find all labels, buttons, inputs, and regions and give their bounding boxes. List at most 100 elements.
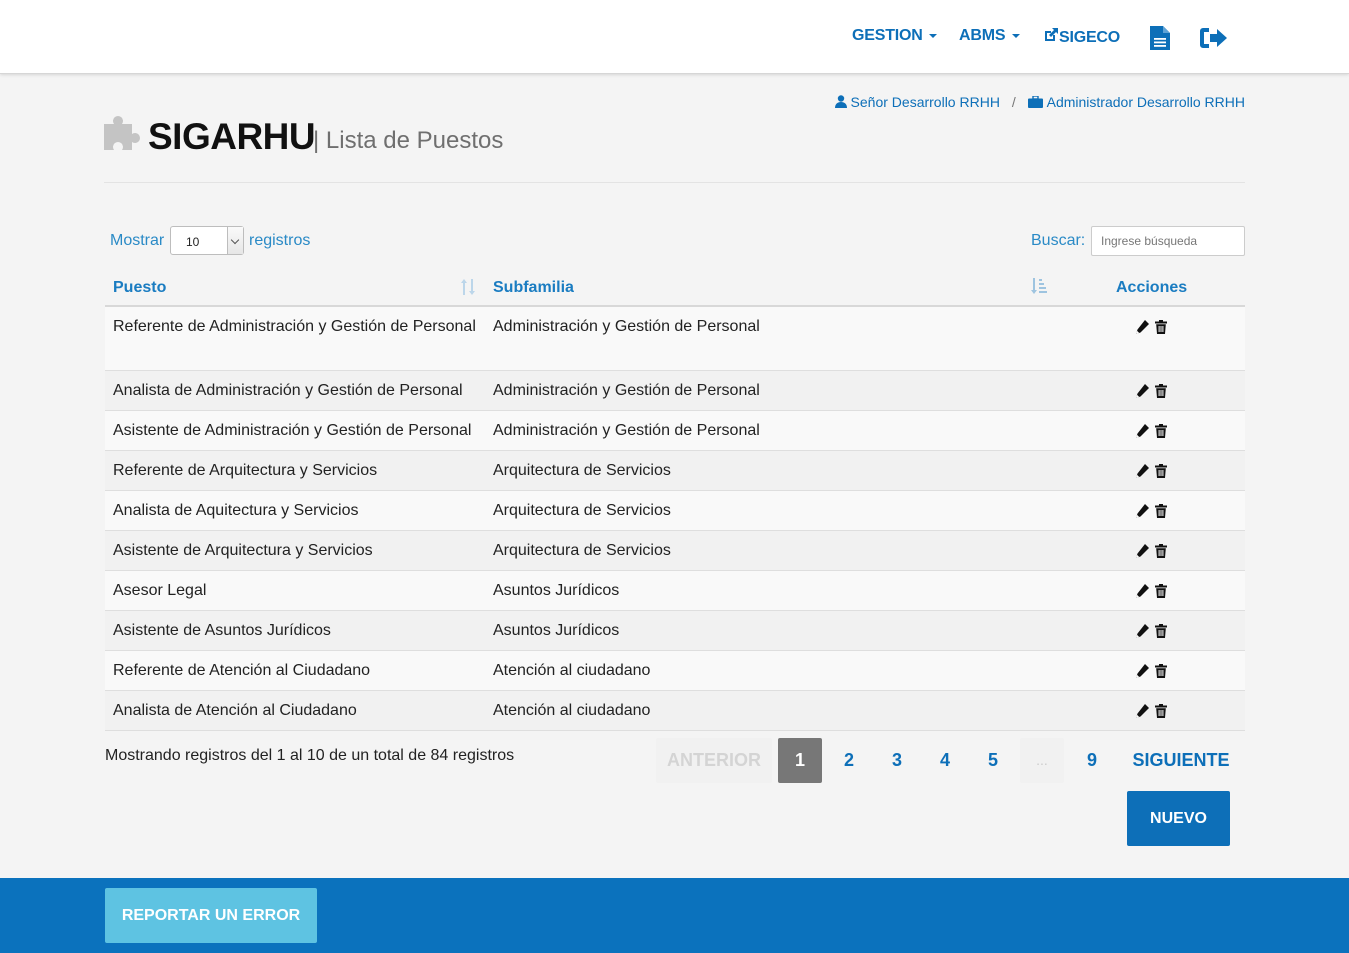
top-navbar: GESTION ABMS SIGECO [0,0,1349,74]
search-label: Buscar: [1031,232,1086,249]
edit-pencil-icon[interactable] [1135,664,1149,683]
cell-puesto: Asistente de Administración y Gestión de… [113,422,472,439]
cell-puesto: Analista de Administración y Gestión de … [113,382,463,399]
cell-subfamilia: Atención al ciudadano [493,662,651,679]
delete-trash-icon[interactable] [1155,664,1167,683]
edit-pencil-icon[interactable] [1135,320,1149,339]
cell-puesto: Analista de Aquitectura y Servicios [113,502,359,519]
sort-icon[interactable] [461,279,475,295]
delete-trash-icon[interactable] [1155,624,1167,643]
nav-abms-dropdown[interactable]: ABMS [959,27,1020,45]
delete-trash-icon[interactable] [1155,544,1167,563]
sign-out-icon[interactable] [1199,26,1229,55]
row-actions [1135,464,1173,483]
table-row: Asistente de Arquitectura y Servicios Arq… [105,531,1245,571]
row-actions [1135,504,1173,523]
table-row: Asistente de Administración y Gestión de… [105,411,1245,451]
edit-pencil-icon[interactable] [1135,584,1149,603]
row-actions [1135,624,1173,643]
page-header: SIGARHU | Lista de Puestos [104,112,1245,183]
table-row: Referente de Administración y Gestión de… [105,307,1245,371]
cell-puesto: Analista de Atención al Ciudadano [113,702,357,719]
pagination-page-1[interactable]: 1 [778,738,822,783]
page-subtitle: | Lista de Puestos [313,127,504,154]
row-actions [1135,544,1173,563]
pagination-page-2[interactable]: 2 [827,738,871,783]
table-row: Referente de Atención al Ciudadano Atenci… [105,651,1245,691]
edit-pencil-icon[interactable] [1135,464,1149,483]
cell-subfamilia: Asuntos Jurídicos [493,622,620,639]
delete-trash-icon[interactable] [1155,384,1167,403]
edit-pencil-icon[interactable] [1135,504,1149,523]
puzzle-icon [104,116,140,150]
nav-gestion-dropdown[interactable]: GESTION [852,27,937,45]
row-actions [1135,664,1173,683]
page-size-value: 10 [186,235,200,249]
pagination-page-9[interactable]: 9 [1070,738,1114,783]
edit-pencil-icon[interactable] [1135,424,1149,443]
pagination-ellipsis: ... [1020,738,1064,783]
delete-trash-icon[interactable] [1155,464,1167,483]
row-actions [1135,424,1173,443]
records-label: registros [249,232,311,249]
pagination-page-4[interactable]: 4 [923,738,967,783]
edit-pencil-icon[interactable] [1135,704,1149,723]
edit-pencil-icon[interactable] [1135,624,1149,643]
column-header-acciones: Acciones [1116,279,1188,296]
cell-subfamilia: Administración y Gestión de Personal [493,382,760,399]
nav-gestion-label: GESTION [852,27,923,44]
delete-trash-icon[interactable] [1155,704,1167,723]
document-icon[interactable] [1150,26,1170,55]
breadcrumb: Señor Desarrollo RRHH / Administrador De… [834,94,1245,110]
search-input[interactable] [1091,226,1245,256]
table-body: Referente de Administración y Gestión de… [105,307,1245,731]
pagination-previous[interactable]: ANTERIOR [656,738,772,783]
cell-puesto: Referente de Atención al Ciudadano [113,662,371,679]
breadcrumb-role-label: Administrador Desarrollo RRHH [1046,94,1245,110]
new-button[interactable]: NUEVO [1127,791,1230,846]
user-icon [834,95,847,108]
chevron-down-icon [227,227,243,254]
breadcrumb-separator: / [1011,94,1016,110]
pagination-page-3[interactable]: 3 [875,738,919,783]
row-actions [1135,704,1173,723]
external-link-icon [1045,28,1058,41]
delete-trash-icon[interactable] [1155,504,1167,523]
table-row: Analista de Administración y Gestión de … [105,371,1245,411]
nav-sigeco-label: SIGECO [1059,29,1121,46]
row-actions [1135,584,1173,603]
briefcase-icon [1027,95,1043,108]
report-error-button[interactable]: REPORTAR UN ERROR [105,888,317,943]
caret-down-icon [1011,33,1020,38]
puestos-table: Puesto Subfamilia Acciones Referente de … [105,270,1245,731]
nav-sigeco-link[interactable]: SIGECO [1043,27,1120,47]
cell-puesto: Asistente de Asuntos Jurídicos [113,622,331,639]
breadcrumb-role[interactable]: Administrador Desarrollo RRHH [1027,94,1245,110]
delete-trash-icon[interactable] [1155,424,1167,443]
breadcrumb-user[interactable]: Señor Desarrollo RRHH [834,94,1004,110]
column-header-subfamilia[interactable]: Subfamilia [493,279,574,297]
cell-subfamilia: Arquitectura de Servicios [493,502,671,519]
table-header: Puesto Subfamilia Acciones [105,270,1245,307]
sort-ascending-icon[interactable] [1031,278,1047,294]
cell-subfamilia: Arquitectura de Servicios [493,542,671,559]
caret-down-icon [928,33,937,38]
table-row: Asistente de Asuntos Jurídicos Asuntos Ju… [105,611,1245,651]
delete-trash-icon[interactable] [1155,584,1167,603]
page-size-select[interactable]: 10 [170,226,244,255]
pagination-page-5[interactable]: 5 [971,738,1015,783]
cell-puesto: Asesor Legal [113,582,207,599]
delete-trash-icon[interactable] [1155,320,1167,339]
pagination-next[interactable]: SIGUIENTE [1123,738,1239,783]
cell-puesto: Referente de Administración y Gestión de… [113,318,476,335]
edit-pencil-icon[interactable] [1135,384,1149,403]
table-row: Referente de Arquitectura y Servicios Arq… [105,451,1245,491]
cell-subfamilia: Administración y Gestión de Personal [493,422,760,439]
edit-pencil-icon[interactable] [1135,544,1149,563]
row-actions [1135,384,1173,403]
column-header-puesto[interactable]: Puesto [113,279,166,297]
footer: REPORTAR UN ERROR [0,878,1349,953]
breadcrumb-user-label: Señor Desarrollo RRHH [850,94,1000,110]
table-row: Asesor Legal Asuntos Jurídicos [105,571,1245,611]
cell-subfamilia: Asuntos Jurídicos [493,582,620,599]
